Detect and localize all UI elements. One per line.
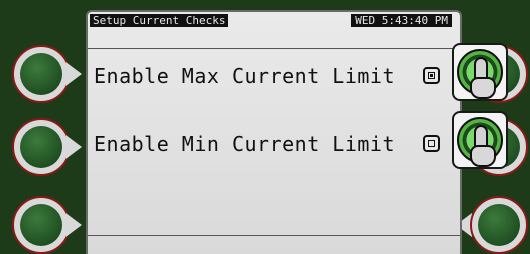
left-softkey-2[interactable] <box>12 118 82 176</box>
option-min-current[interactable]: Enable Min Current Limit <box>94 132 395 156</box>
right-pointer-icon <box>66 62 82 86</box>
right-softkey-3[interactable] <box>456 196 528 254</box>
checkbox-mark <box>428 140 435 147</box>
clock-display: WED 5:43:40 PM <box>351 14 452 27</box>
green-knob-icon <box>478 204 520 246</box>
left-softkey-1[interactable] <box>12 45 82 103</box>
right-pointer-icon <box>66 213 82 237</box>
option-max-current[interactable]: Enable Max Current Limit <box>94 64 395 88</box>
left-softkey-3[interactable] <box>12 196 82 254</box>
min-current-checkbox[interactable] <box>423 135 440 152</box>
right-pointer-icon <box>66 135 82 159</box>
option-label: Enable Max Current Limit <box>94 64 395 88</box>
max-current-checkbox[interactable] <box>423 67 440 84</box>
display-screen: Setup Current Checks WED 5:43:40 PM Enab… <box>86 10 462 254</box>
footer-divider <box>88 235 460 236</box>
touch-hint-min[interactable] <box>452 111 508 169</box>
title-bar: Setup Current Checks WED 5:43:40 PM <box>88 12 460 30</box>
touch-hint-max[interactable] <box>452 43 508 101</box>
green-knob-icon <box>20 53 62 95</box>
green-knob-icon <box>20 126 62 168</box>
green-knob-icon <box>20 204 62 246</box>
checkbox-mark <box>428 72 435 79</box>
header-divider <box>88 48 460 49</box>
screen-title: Setup Current Checks <box>90 14 229 27</box>
palm-icon <box>470 77 496 99</box>
palm-icon <box>470 145 496 167</box>
option-label: Enable Min Current Limit <box>94 132 395 156</box>
